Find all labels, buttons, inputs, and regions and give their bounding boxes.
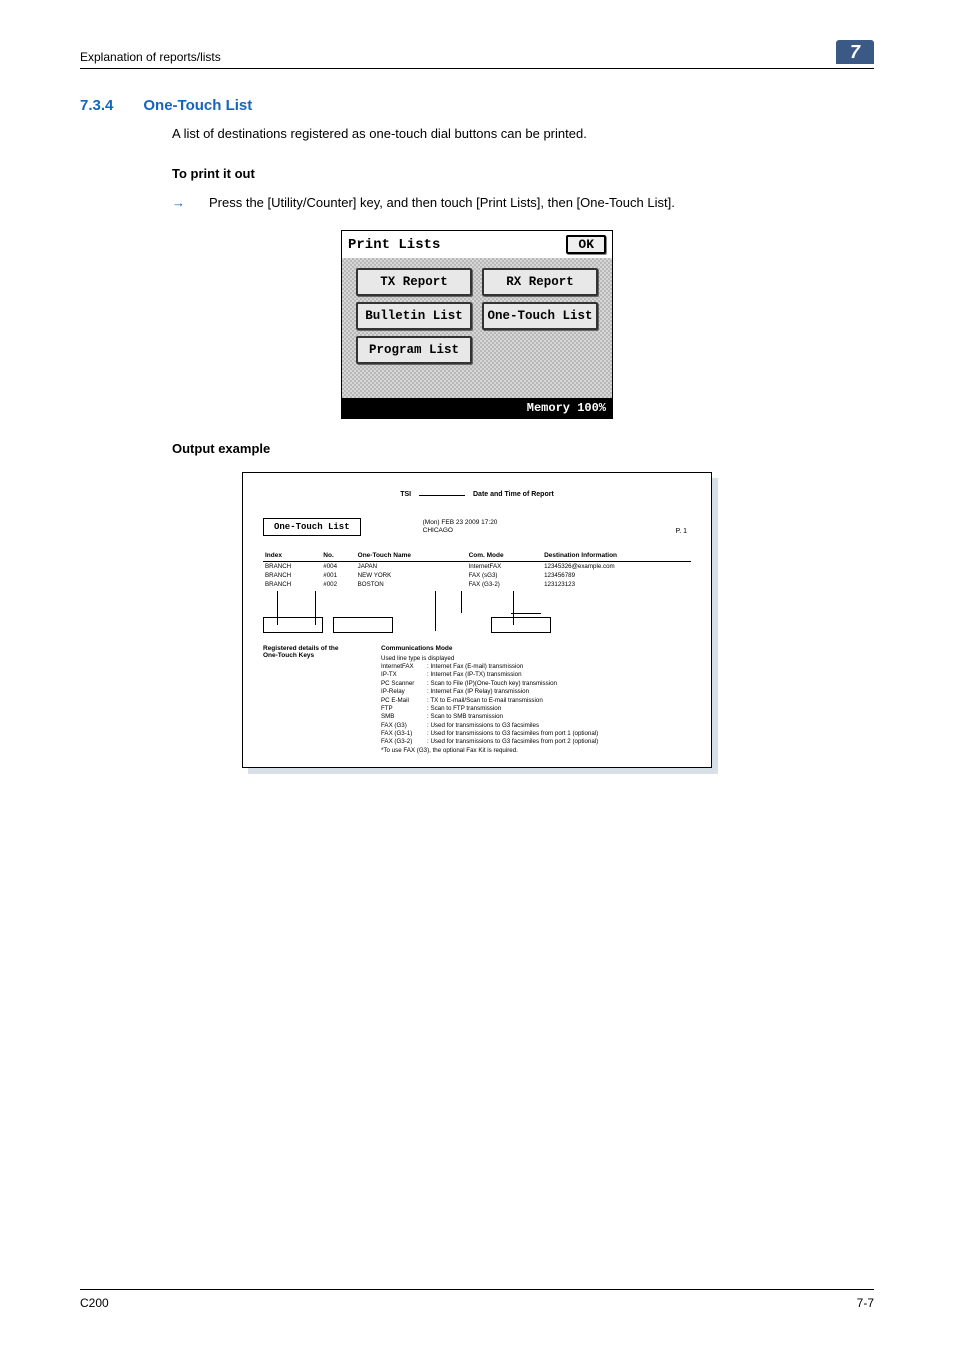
table-row: BRANCH #002 BOSTON FAX (G3-2) 123123123 [263, 580, 691, 589]
mode-desc: : Scan to File (IP)(One-Touch key) trans… [427, 680, 557, 687]
header-title: Explanation of reports/lists [80, 50, 221, 64]
cell: #002 [321, 580, 355, 589]
table-row: BRANCH #001 NEW YORK FAX (sG3) 123456789 [263, 571, 691, 580]
report-own-name: CHICAGO [423, 527, 498, 535]
mode-key: FAX (G3-2) [381, 738, 427, 746]
footer-right: 7-7 [857, 1296, 874, 1310]
mode-desc: : Used for transmissions to G3 facsimile… [427, 730, 598, 737]
mode-key: FAX (G3) [381, 722, 427, 730]
tsi-label: TSI [400, 491, 411, 498]
mode-key: PC E-Mail [381, 697, 427, 705]
details-left-2: One-Touch Keys [263, 652, 381, 659]
cell: 123456789 [542, 571, 691, 580]
col-dest: Destination Information [542, 552, 691, 562]
chapter-badge: 7 [836, 40, 874, 64]
cell: BRANCH [263, 580, 321, 589]
mode-desc: : Scan to FTP transmission [427, 705, 501, 712]
mode-key: FAX (G3-1) [381, 730, 427, 738]
cell: BRANCH [263, 571, 321, 580]
mode-key: SMB [381, 713, 427, 721]
cell: #001 [321, 571, 355, 580]
mode-key: IP-Relay [381, 688, 427, 696]
details-left-1: Registered details of the [263, 645, 381, 652]
lcd-title: Print Lists [348, 237, 440, 253]
comm-mode-sub: Used line type is displayed [381, 655, 598, 663]
report-date: (Mon) FEB 23 2009 17:20 [423, 519, 498, 527]
output-example-heading: Output example [172, 441, 874, 456]
mode-desc: : TX to E-mail/Scan to E-mail transmissi… [427, 697, 543, 704]
report-sheet: TSI Date and Time of Report One-Touch Li… [242, 472, 712, 768]
mode-desc: : Internet Fax (IP-TX) transmission [427, 671, 522, 678]
tsi-datetime-label: Date and Time of Report [473, 491, 554, 498]
cell: #004 [321, 562, 355, 572]
mode-key: InternetFAX [381, 663, 427, 671]
one-touch-list-button[interactable]: One-Touch List [482, 302, 598, 330]
col-no: No. [321, 552, 355, 562]
mode-desc: : Used for transmissions to G3 facsimile… [427, 722, 539, 729]
col-index: Index [263, 552, 321, 562]
mode-key: PC Scanner [381, 680, 427, 688]
report-page: P. 1 [675, 528, 687, 535]
section-title: One-Touch List [143, 97, 252, 114]
mode-desc: : Internet Fax (IP Relay) transmission [427, 688, 529, 695]
cell: JAPAN [356, 562, 467, 572]
mode-desc: : Used for transmissions to G3 facsimile… [427, 738, 598, 745]
bulletin-list-button[interactable]: Bulletin List [356, 302, 472, 330]
tx-report-button[interactable]: TX Report [356, 268, 472, 296]
ok-button[interactable]: OK [566, 235, 606, 254]
cell: BOSTON [356, 580, 467, 589]
mode-key: FTP [381, 705, 427, 713]
mode-desc: : Scan to SMB transmission [427, 713, 503, 720]
lcd-panel: Print Lists OK TX Report RX Report Bulle… [341, 230, 613, 419]
footer-left: C200 [80, 1296, 109, 1310]
col-mode: Com. Mode [467, 552, 543, 562]
cell: BRANCH [263, 562, 321, 572]
comm-mode-list: InternetFAX: Internet Fax (E-mail) trans… [381, 663, 598, 747]
cell: 12345326@example.com [542, 562, 691, 572]
cell: FAX (G3-2) [467, 580, 543, 589]
cell: NEW YORK [356, 571, 467, 580]
cell: FAX (sG3) [467, 571, 543, 580]
cell: 123123123 [542, 580, 691, 589]
cell: InternetFAX [467, 562, 543, 572]
program-list-button[interactable]: Program List [356, 336, 472, 364]
table-row: BRANCH #004 JAPAN InternetFAX 12345326@e… [263, 562, 691, 572]
mode-key: IP-TX [381, 671, 427, 679]
report-note: *To use FAX (G3), the optional Fax Kit i… [381, 747, 598, 755]
memory-indicator: Memory 100% [342, 398, 612, 418]
rx-report-button[interactable]: RX Report [482, 268, 598, 296]
instruction-text: Press the [Utility/Counter] key, and the… [209, 193, 675, 213]
col-name: One-Touch Name [356, 552, 467, 562]
mode-desc: : Internet Fax (E-mail) transmission [427, 663, 523, 670]
report-title: One-Touch List [263, 518, 361, 536]
one-touch-table: Index No. One-Touch Name Com. Mode Desti… [263, 552, 691, 589]
comm-mode-head: Communications Mode [381, 645, 598, 654]
report-annotations [263, 591, 691, 641]
arrow-icon: → [172, 193, 185, 213]
section-intro: A list of destinations registered as one… [172, 124, 874, 144]
section-number: 7.3.4 [80, 97, 113, 114]
to-print-heading: To print it out [172, 166, 874, 181]
